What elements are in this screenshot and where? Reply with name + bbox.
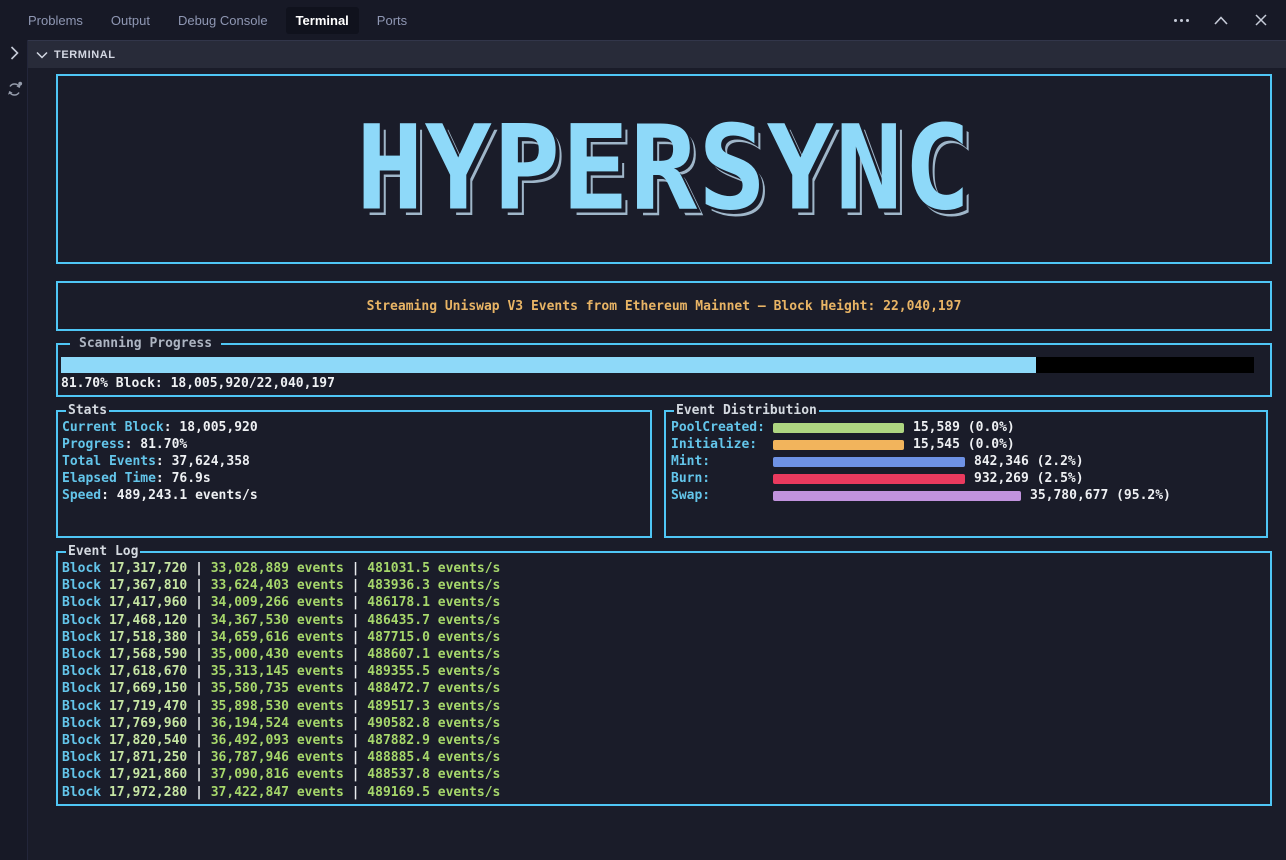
panel-controls (1168, 0, 1274, 40)
progress-bar-fill (61, 357, 1036, 373)
stat-row: Current Block: 18,005,920 (62, 419, 258, 436)
maximize-panel-icon[interactable] (1208, 7, 1234, 33)
distribution-bar (773, 457, 965, 467)
terminal-section-header: TERMINAL (28, 40, 1286, 68)
log-row: Block 17,719,470 | 35,898,530 events | 4… (62, 698, 500, 715)
log-row: Block 17,518,380 | 34,659,616 events | 4… (62, 629, 500, 646)
panel-tabbar: Problems Output Debug Console Terminal P… (0, 0, 1286, 40)
status-box: Streaming Uniswap V3 Events from Ethereu… (56, 281, 1272, 331)
distribution-bar (773, 423, 904, 433)
ascii-banner-title: HYPERSYNC (356, 111, 972, 227)
distribution-row: PoolCreated: 15,589 (0.0%) (671, 419, 1263, 436)
scanning-progress-box: Scanning Progress 81.70% Block: 18,005,9… (56, 343, 1272, 397)
event-log-title: Event Log (66, 544, 140, 560)
terminal-viewport[interactable]: HYPERSYNC Streaming Uniswap V3 Events fr… (28, 68, 1286, 860)
stats-list: Current Block: 18,005,920 Progress: 81.7… (62, 419, 258, 504)
event-distribution-box: Event Distribution PoolCreated: 15,589 (… (664, 410, 1268, 538)
stat-row: Elapsed Time: 76.9s (62, 470, 258, 487)
stats-title: Stats (66, 403, 109, 419)
distribution-bar (773, 491, 1021, 501)
distribution-row: Swap: 35,780,677 (95.2%) (671, 487, 1263, 504)
stat-row: Progress: 81.70% (62, 436, 258, 453)
stat-row: Speed: 489,243.1 events/s (62, 487, 258, 504)
log-row: Block 17,468,120 | 34,367,530 events | 4… (62, 612, 500, 629)
log-row: Block 17,820,540 | 36,492,093 events | 4… (62, 732, 500, 749)
log-row: Block 17,317,720 | 33,028,889 events | 4… (62, 560, 500, 577)
tab-problems[interactable]: Problems (18, 7, 93, 34)
panel-tabs: Problems Output Debug Console Terminal P… (0, 7, 417, 34)
distribution-row: Initialize: 15,545 (0.0%) (671, 436, 1263, 453)
distribution-bar (773, 474, 965, 484)
sync-arrows-icon[interactable] (0, 76, 28, 102)
panel-side-strip (0, 40, 28, 860)
log-row: Block 17,921,860 | 37,090,816 events | 4… (62, 766, 500, 783)
event-log-box: Event Log Block 17,317,720 | 33,028,889 … (56, 551, 1272, 806)
stat-row: Total Events: 37,624,358 (62, 453, 258, 470)
close-panel-icon[interactable] (1248, 7, 1274, 33)
event-log-list: Block 17,317,720 | 33,028,889 events | 4… (62, 560, 500, 801)
tab-output[interactable]: Output (101, 7, 160, 34)
distribution-row: Mint: 842,346 (2.2%) (671, 453, 1263, 470)
log-row: Block 17,769,960 | 36,194,524 events | 4… (62, 715, 500, 732)
log-row: Block 17,669,150 | 35,580,735 events | 4… (62, 680, 500, 697)
tab-ports[interactable]: Ports (367, 7, 417, 34)
chevron-right-icon[interactable] (0, 40, 28, 66)
log-row: Block 17,618,670 | 35,313,145 events | 4… (62, 663, 500, 680)
tab-terminal[interactable]: Terminal (286, 7, 359, 34)
log-row: Block 17,568,590 | 35,000,430 events | 4… (62, 646, 500, 663)
log-row: Block 17,871,250 | 36,787,946 events | 4… (62, 749, 500, 766)
stats-box: Stats Current Block: 18,005,920 Progress… (56, 410, 652, 538)
more-actions-icon[interactable] (1168, 7, 1194, 33)
distribution-row: Burn: 932,269 (2.5%) (671, 470, 1263, 487)
event-distribution-title: Event Distribution (674, 403, 819, 419)
terminal-section-title: TERMINAL (54, 49, 116, 61)
chevron-down-icon[interactable] (36, 51, 48, 59)
progress-bar-track (61, 357, 1254, 373)
scanning-progress-title: Scanning Progress (70, 336, 221, 352)
vscode-panel-window: Problems Output Debug Console Terminal P… (0, 0, 1286, 860)
progress-label: 81.70% Block: 18,005,920/22,040,197 (61, 376, 335, 391)
distribution-bar (773, 440, 904, 450)
log-row: Block 17,972,280 | 37,422,847 events | 4… (62, 784, 500, 801)
log-row: Block 17,417,960 | 34,009,266 events | 4… (62, 594, 500, 611)
streaming-status-text: Streaming Uniswap V3 Events from Ethereu… (367, 299, 962, 314)
banner-box: HYPERSYNC (56, 74, 1272, 264)
tab-debug-console[interactable]: Debug Console (168, 7, 278, 34)
event-distribution-list: PoolCreated: 15,589 (0.0%) Initialize: 1… (671, 419, 1263, 504)
log-row: Block 17,367,810 | 33,624,403 events | 4… (62, 577, 500, 594)
